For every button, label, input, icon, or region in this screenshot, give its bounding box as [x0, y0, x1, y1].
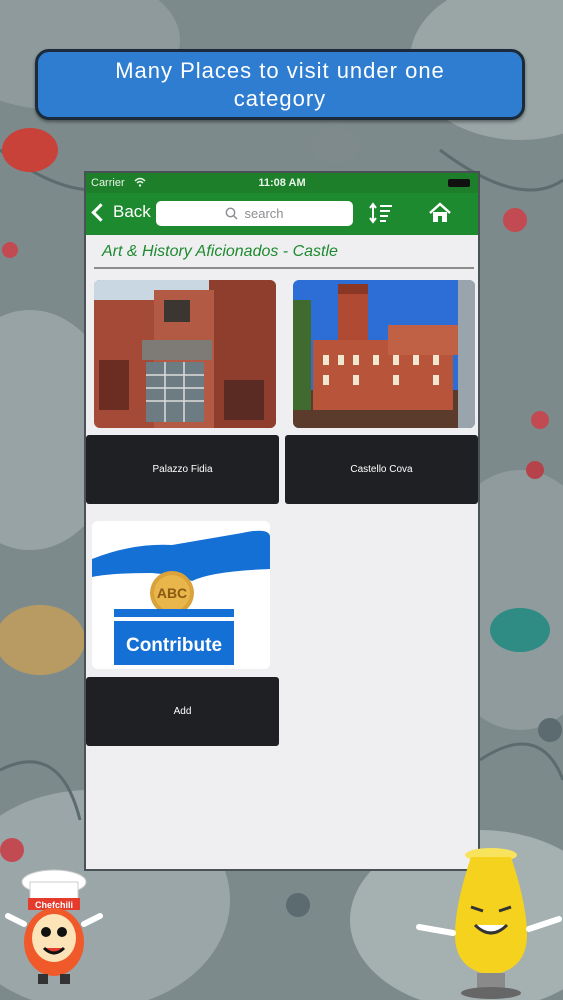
- status-bar: Carrier 11:08 AM: [86, 173, 478, 193]
- search-icon: [226, 207, 239, 220]
- search-input[interactable]: search: [156, 201, 353, 226]
- search-placeholder: search: [244, 206, 284, 221]
- nav-bar: Back search: [86, 193, 478, 235]
- sort-icon[interactable]: [369, 202, 393, 224]
- place-card-palazzo[interactable]: Palazzo Fidia: [86, 435, 279, 504]
- chef-mascot: Chefchili: [5, 869, 103, 984]
- back-label: Back: [113, 202, 151, 221]
- chevron-left-icon: [91, 203, 110, 222]
- place-image-castello[interactable]: [293, 280, 475, 428]
- place-image-palazzo[interactable]: [94, 280, 276, 428]
- battery-icon: [448, 179, 470, 187]
- contribute-image[interactable]: ABC Contribute: [92, 521, 270, 669]
- place-card-castello[interactable]: Castello Cova: [285, 435, 478, 504]
- divider: [94, 267, 474, 269]
- coin-letters: ABC: [157, 585, 187, 601]
- back-button[interactable]: Back: [91, 202, 151, 222]
- phone-screen: Carrier 11:08 AM Back search Art & Histo…: [84, 171, 480, 871]
- promo-banner: Many Places to visit under one category: [35, 49, 525, 120]
- home-icon[interactable]: [428, 202, 452, 224]
- lamp-mascot: [416, 848, 562, 999]
- contribute-text: Contribute: [126, 635, 222, 656]
- promo-banner-text: Many Places to visit under one category: [115, 57, 445, 111]
- category-title: Art & History Aficionados - Castle: [102, 243, 338, 260]
- clock: 11:08 AM: [258, 177, 306, 189]
- add-card[interactable]: Add: [86, 677, 279, 746]
